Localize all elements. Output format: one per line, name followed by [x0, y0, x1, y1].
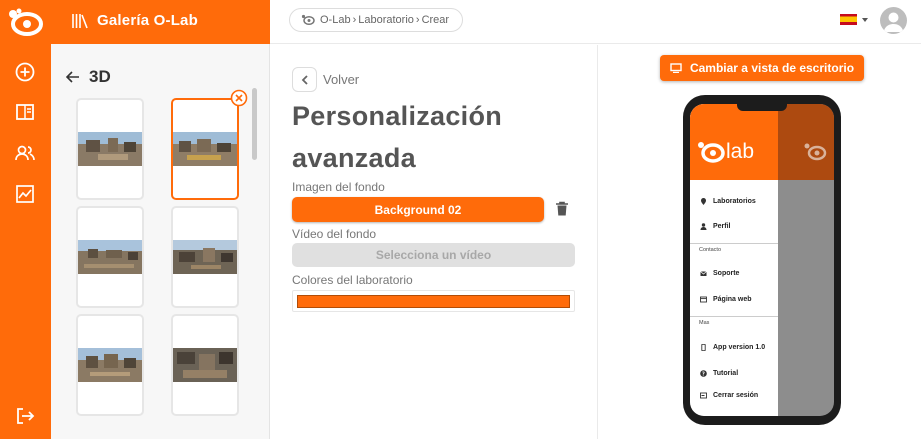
gallery-back[interactable]: 3D [66, 67, 111, 87]
phone-menu-section: Mas [699, 320, 710, 326]
location-icon [701, 198, 706, 205]
phone-menu-item[interactable]: Laboratorios [700, 198, 756, 205]
arrow-left-icon[interactable] [66, 71, 80, 83]
thumbnail-card[interactable] [76, 206, 144, 308]
web-icon [700, 296, 707, 303]
phone-menu-item[interactable]: Soporte [700, 270, 739, 277]
exit-icon [700, 392, 707, 399]
avatar[interactable] [880, 7, 907, 34]
gallery-panel: Galería O-Lab 3D [51, 0, 270, 439]
background-image-label: Imagen del fondo [292, 180, 385, 194]
phone-overlay-header [778, 104, 834, 180]
mobile-preview-panel: Cambiar a vista de escritorio lab Labora… [598, 45, 921, 439]
app-rail [0, 0, 51, 439]
page-title-line: Personalización [292, 101, 503, 131]
page-title-line: avanzada [292, 143, 416, 173]
gallery-title: Galería O-Lab [97, 12, 198, 29]
thumbnail-card[interactable] [76, 98, 144, 200]
thumbnail-card[interactable] [171, 314, 239, 416]
thumbnail-card[interactable] [76, 314, 144, 416]
thumbnail-card[interactable] [171, 206, 239, 308]
mail-icon [700, 271, 707, 276]
thumbnail-image [78, 132, 142, 166]
desktop-view-button[interactable]: Cambiar a vista de escritorio [660, 55, 864, 81]
remove-icon[interactable] [230, 89, 248, 107]
phone-menu-header: lab [690, 104, 778, 180]
olab-o-icon [698, 142, 725, 163]
thumbnail-grid [75, 98, 245, 423]
gallery-scrollbar[interactable] [252, 88, 257, 160]
breadcrumb: O-Lab › Laboratorio › Crear [289, 8, 463, 32]
library-icon [72, 14, 88, 29]
top-bar: O-Lab › Laboratorio › Crear [270, 0, 921, 44]
phone-menu-label: Soporte [713, 270, 740, 277]
analytics-icon[interactable] [14, 183, 36, 205]
mobile-icon [701, 344, 706, 351]
phone-menu-item[interactable]: App version 1.0 [700, 344, 765, 351]
phone-menu-label: Tutorial [713, 370, 739, 377]
back-label[interactable]: Volver [323, 72, 359, 87]
thumbnail-image [173, 348, 237, 382]
phone-menu-item[interactable]: Perfil [700, 223, 731, 230]
monitor-icon [670, 63, 682, 73]
phone-screen: lab Laboratorios Perfil Contacto Soporte… [690, 104, 834, 416]
phone-menu-label: Perfil [713, 223, 731, 230]
lab-color-picker[interactable] [292, 290, 575, 312]
phone-menu-label: Cerrar sesión [713, 392, 759, 399]
phone-menu: lab Laboratorios Perfil Contacto Soporte… [690, 104, 778, 416]
phone-menu-label: Página web [713, 296, 752, 303]
book-icon[interactable] [14, 101, 36, 123]
phone-menu-item[interactable]: ? Tutorial [700, 370, 738, 377]
breadcrumb-separator: › [352, 14, 357, 26]
lab-color-swatch[interactable] [297, 295, 570, 308]
desktop-view-label: Cambiar a vista de escritorio [689, 61, 855, 75]
phone-menu-divider [690, 243, 778, 244]
background-video-label: Vídeo del fondo [292, 227, 377, 241]
olab-overlay-icon [804, 143, 827, 161]
thumbnail-image [78, 348, 142, 382]
trash-icon[interactable] [555, 201, 569, 217]
thumbnail-image [78, 240, 142, 274]
phone-menu-divider [690, 316, 778, 317]
phone-menu-label: Laboratorios [713, 198, 756, 205]
gallery-section-title: 3D [89, 67, 111, 86]
thumbnail-image [173, 132, 237, 166]
phone-logo-text: lab [726, 140, 755, 163]
phone-frame: lab Laboratorios Perfil Contacto Soporte… [683, 95, 841, 425]
phone-menu-item[interactable]: Cerrar sesión [700, 392, 758, 399]
breadcrumb-item[interactable]: O-Lab [320, 14, 351, 26]
spain-flag-icon[interactable] [840, 14, 857, 25]
user-avatar-icon [883, 12, 904, 32]
gallery-header: Galería O-Lab [51, 0, 270, 44]
breadcrumb-item[interactable]: Laboratorio [358, 14, 414, 26]
lab-colors-label: Colores del laboratorio [292, 273, 413, 287]
select-video-button[interactable]: Selecciona un vídeo [292, 243, 575, 267]
thumbnail-card-selected[interactable] [171, 98, 239, 200]
back-button[interactable]: Volver [292, 67, 359, 92]
logout-icon[interactable] [14, 405, 36, 427]
customization-form: Volver Personalización avanzada Imagen d… [270, 45, 598, 439]
breadcrumb-item-current: Crear [421, 14, 450, 26]
chevron-left-icon [301, 74, 308, 85]
background-image-button[interactable]: Background 02 [292, 197, 544, 222]
help-icon: ? [700, 370, 707, 377]
olab-logo-icon[interactable] [5, 6, 45, 40]
breadcrumb-separator: › [415, 14, 420, 26]
person-icon [700, 223, 707, 230]
back-button-box[interactable] [292, 67, 317, 92]
phone-notch [737, 104, 787, 111]
phone-menu-label: App version 1.0 [713, 344, 766, 351]
add-icon[interactable] [14, 61, 36, 83]
language-caret-icon[interactable] [862, 18, 868, 22]
phone-menu-section: Contacto [699, 247, 722, 253]
users-icon[interactable] [14, 142, 36, 164]
thumbnail-image [173, 240, 237, 274]
olab-small-icon [301, 14, 315, 26]
svg-text:?: ? [702, 372, 705, 377]
page-title: Personalización avanzada [292, 95, 582, 179]
phone-menu-item[interactable]: Página web [700, 296, 752, 303]
